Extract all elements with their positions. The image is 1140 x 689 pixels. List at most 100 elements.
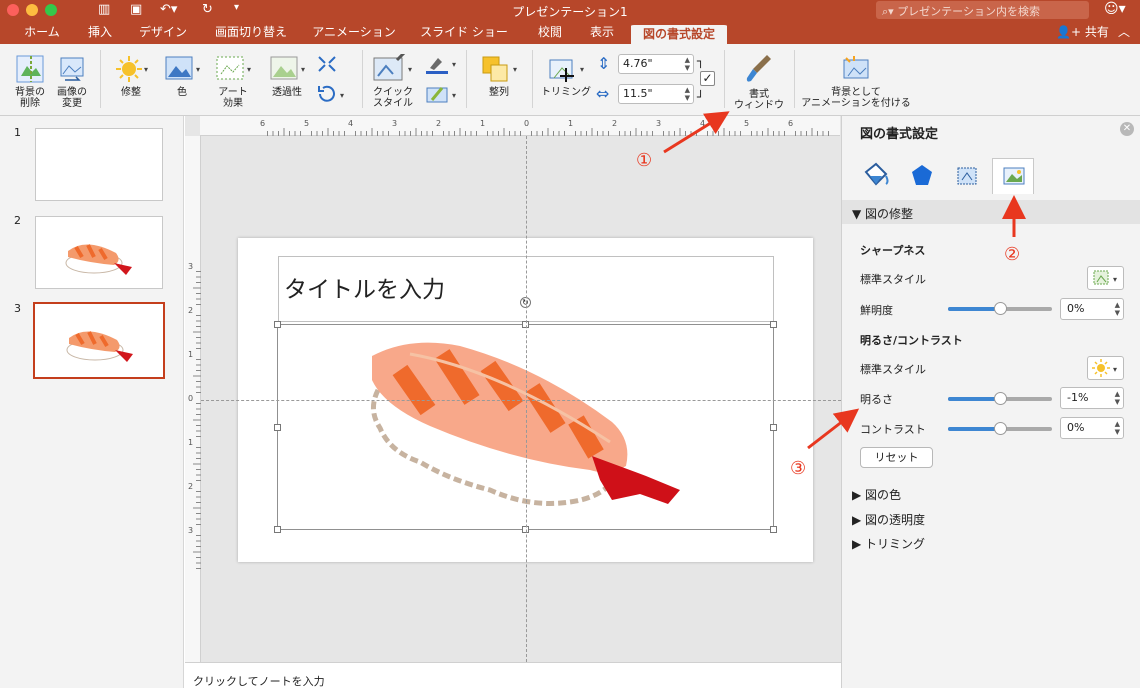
share-button[interactable]: 👤+ 共有 (1056, 23, 1109, 40)
notes-placeholder: クリックしてノートを入力 (193, 675, 325, 688)
remove-background-button[interactable]: 背景の 削除 (8, 54, 52, 109)
brightness-input[interactable]: -1% ▲ ▼ (1060, 387, 1124, 409)
tab-home[interactable]: ホーム (14, 23, 70, 44)
resize-handle[interactable] (770, 526, 777, 533)
resize-handle[interactable] (274, 321, 281, 328)
pane-close-icon[interactable]: ✕ (1120, 122, 1134, 136)
picture-border-icon[interactable]: ▾ (424, 54, 460, 76)
slide-thumbnail-1[interactable] (35, 128, 163, 201)
height-value: 4.76" (623, 57, 653, 70)
tab-transitions[interactable]: 画面切り替え (206, 23, 296, 44)
sun-icon: ▾ (116, 56, 148, 82)
width-input[interactable]: 11.5" ▲ ▼ (618, 84, 694, 104)
color-button[interactable]: ▾ 色 (160, 54, 204, 98)
stepper-icon[interactable]: ▲ ▼ (1115, 301, 1120, 317)
height-stepper-icon[interactable]: ▲ ▼ (685, 56, 690, 72)
bc-preset-dropdown[interactable]: ▾ (1087, 356, 1124, 380)
stepper-icon[interactable]: ▲ ▼ (1115, 420, 1120, 436)
animate-as-background-button[interactable]: 背景として アニメーションを付ける (800, 54, 912, 109)
transparency-button[interactable]: ▾ 透過性 (262, 54, 312, 98)
share-label: 共有 (1084, 25, 1109, 39)
slider-fill (948, 397, 1000, 401)
annotation-label-2: ② (1004, 244, 1021, 265)
slider-knob[interactable] (994, 302, 1007, 315)
tab-insert[interactable]: 挿入 (78, 23, 122, 44)
horizontal-ruler: 6 5 4 3 2 1 0 1 2 3 4 5 6 (200, 116, 840, 136)
tab-effects[interactable] (902, 158, 944, 194)
sharpness-slider[interactable] (948, 302, 1052, 315)
svg-text:▾: ▾ (408, 65, 412, 74)
picture-corrections-section-header[interactable]: ▼ 図の修整 (842, 200, 1140, 224)
feedback-smiley-icon[interactable]: ☺▾ (1104, 1, 1126, 17)
tab-fill-line[interactable] (856, 158, 898, 194)
stepper-icon[interactable]: ▲ ▼ (1115, 390, 1120, 406)
brightness-slider[interactable] (948, 392, 1052, 405)
contrast-input[interactable]: 0% ▲ ▼ (1060, 417, 1124, 439)
lock-aspect-ratio-checkbox[interactable]: ✓ (700, 71, 715, 86)
pentagon-effects-icon (912, 165, 932, 185)
artistic-effects-label: アート 効果 (218, 87, 248, 109)
slide-number: 1 (14, 126, 21, 139)
ribbon: 背景の 削除 画像の 変更 ▾ 修整 ▾ 色 ▾ アート 効果 ▾ 透過性 ▾ … (0, 44, 1140, 116)
search-input[interactable]: ⌕▾ プレゼンテーション内を検索 (876, 1, 1089, 19)
arrange-button[interactable]: ▾ 整列 (474, 54, 524, 98)
slide-thumbnail-2[interactable] (35, 216, 163, 289)
artistic-effects-button[interactable]: ▾ アート 効果 (210, 54, 256, 109)
picture-color-section[interactable]: ▶ 図の色 (852, 486, 901, 503)
tab-animations[interactable]: アニメーション (304, 23, 404, 44)
slider-knob[interactable] (994, 422, 1007, 435)
change-picture-button[interactable]: 画像の 変更 (52, 54, 92, 109)
ribbon-separator (724, 50, 725, 108)
tab-slideshow[interactable]: スライド ショー (414, 23, 514, 44)
collapse-ribbon-icon[interactable]: ︿ (1118, 23, 1130, 40)
reset-picture-icon[interactable]: ▾ (316, 84, 348, 104)
tab-design[interactable]: デザイン (130, 23, 196, 44)
brightness-value: -1% (1067, 391, 1089, 404)
contrast-value: 0% (1067, 421, 1085, 434)
compress-pictures-icon[interactable] (316, 54, 338, 74)
slider-fill (948, 307, 1000, 311)
width-stepper-icon[interactable]: ▲ ▼ (685, 86, 690, 102)
quick-styles-button[interactable]: ▾ クイック スタイル (368, 54, 418, 109)
ribbon-separator (794, 50, 795, 108)
crop-button[interactable]: ▾ トリミング (540, 54, 592, 98)
picture-transparency-section[interactable]: ▶ 図の透明度 (852, 511, 925, 528)
title-bar: ▥ ▣ ↶▾ ↻ ▾ プレゼンテーション1 ⌕▾ プレゼンテーション内を検索 ☺… (0, 0, 1140, 20)
resize-handle[interactable] (770, 424, 777, 431)
sharpness-preset-dropdown[interactable]: ▾ (1087, 266, 1124, 290)
tab-picture[interactable] (992, 158, 1034, 194)
tab-picture-format[interactable]: 図の書式設定 (631, 23, 727, 44)
slider-knob[interactable] (994, 392, 1007, 405)
notes-input[interactable]: クリックしてノートを入力 (185, 662, 841, 688)
resize-handle[interactable] (274, 424, 281, 431)
height-input[interactable]: 4.76" ▲ ▼ (618, 54, 694, 74)
reset-button[interactable]: リセット (860, 447, 933, 468)
shrimp-sushi-thumbnail-image (65, 244, 132, 275)
format-pane-button[interactable]: 書式 ウィンドウ (730, 52, 788, 111)
svg-text:▾: ▾ (196, 65, 200, 74)
ruler-label: 1 (480, 119, 485, 128)
ribbon-separator (100, 50, 101, 108)
tab-view[interactable]: 表示 (580, 23, 624, 44)
annotation-label-3: ③ (790, 458, 807, 479)
crop-section[interactable]: ▶ トリミング (852, 535, 925, 552)
ruler-label: 6 (260, 119, 265, 128)
resize-handle[interactable] (770, 321, 777, 328)
bc-preset-label: 標準スタイル (860, 363, 926, 376)
ruler-label: 6 (788, 119, 793, 128)
contrast-slider[interactable] (948, 422, 1052, 435)
picture-effects-icon[interactable]: ▾ (424, 84, 460, 106)
section-label: 図の透明度 (865, 513, 926, 527)
slider-fill (948, 427, 1000, 431)
svg-text:▾: ▾ (1113, 365, 1117, 374)
slide-thumbnail-3[interactable] (33, 302, 165, 379)
corrections-button[interactable]: ▾ 修整 (108, 54, 154, 98)
tab-review[interactable]: 校閲 (528, 23, 572, 44)
collapsed-triangle-icon: ▶ (852, 537, 866, 551)
resize-handle[interactable] (274, 526, 281, 533)
tab-size-properties[interactable] (946, 158, 988, 194)
sharpness-input[interactable]: 0% ▲ ▼ (1060, 298, 1124, 320)
change-picture-icon (60, 57, 84, 81)
svg-text:▾: ▾ (144, 65, 148, 74)
title-placeholder-text[interactable]: タイトルを入力 (284, 270, 445, 304)
